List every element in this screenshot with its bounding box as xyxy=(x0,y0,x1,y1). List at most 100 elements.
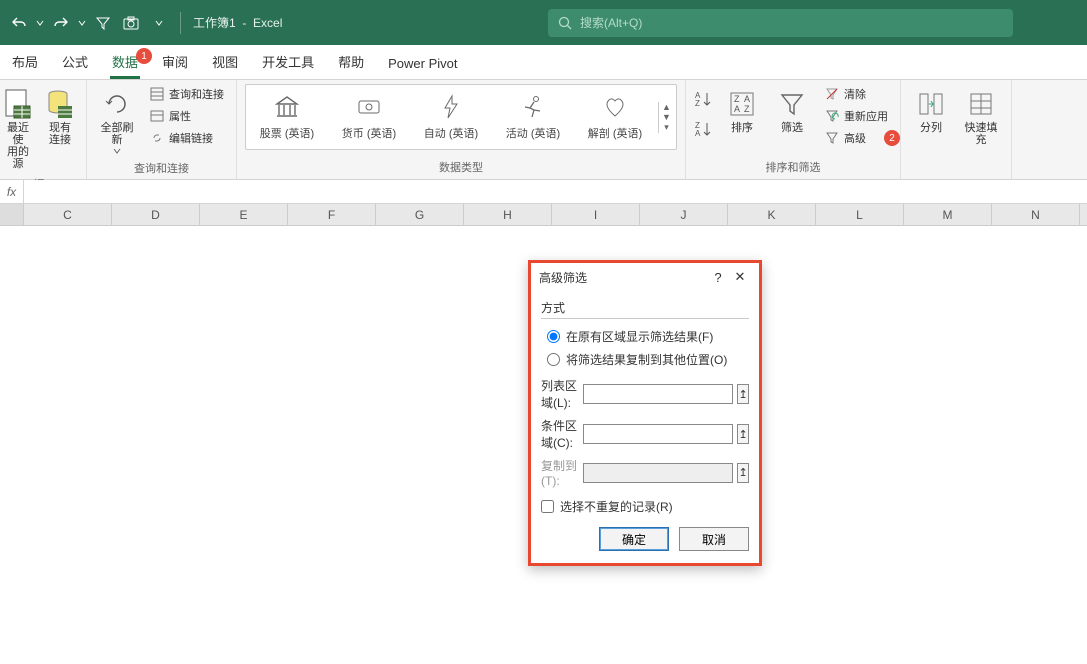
app-name: Excel xyxy=(253,16,282,30)
recent-sources-button[interactable]: 最近使用的源 xyxy=(0,84,36,174)
search-container xyxy=(548,9,1013,37)
sort-asc-button[interactable]: AZ xyxy=(694,88,712,110)
col-header[interactable]: F xyxy=(288,204,376,225)
flash-fill-button[interactable]: 快速填充 xyxy=(959,84,1003,150)
advanced-filter-dialog: 高级筛选 ? ✕ 方式 在原有区域显示筛选结果(F) 将筛选结果复制到其他位置(… xyxy=(528,260,762,566)
undo-dropdown[interactable] xyxy=(34,11,46,35)
tab-help[interactable]: 帮助 xyxy=(326,44,376,79)
search-box[interactable] xyxy=(548,9,1013,37)
reapply-button[interactable]: 重新应用 xyxy=(820,106,892,126)
tab-review[interactable]: 审阅 xyxy=(150,44,200,79)
text-to-columns-button[interactable]: 分列 xyxy=(909,84,953,138)
cancel-button[interactable]: 取消 xyxy=(679,527,749,551)
tab-formulas[interactable]: 公式 xyxy=(50,44,100,79)
refresh-all-button[interactable]: 全部刷新 xyxy=(95,84,139,158)
edit-links-button[interactable]: 编辑链接 xyxy=(145,128,228,148)
select-all-corner[interactable] xyxy=(0,204,24,225)
col-header[interactable]: K xyxy=(728,204,816,225)
document-title: 工作簿1 - Excel xyxy=(193,14,282,31)
flashfill-icon xyxy=(965,88,997,120)
ribbon-group-datatools: 分列 快速填充 xyxy=(901,80,1012,179)
criteria-range-label: 条件区域(C): xyxy=(541,417,579,451)
svg-text:Z: Z xyxy=(744,104,750,114)
copy-to-input xyxy=(583,463,733,483)
properties-button[interactable]: 属性 xyxy=(145,106,228,126)
radio-filter-in-place[interactable]: 在原有区域显示筛选结果(F) xyxy=(541,325,749,348)
datatype-activity[interactable]: 活动 (英语) xyxy=(494,87,572,147)
tab-layout[interactable]: 布局 xyxy=(0,44,50,79)
redo-dropdown[interactable] xyxy=(76,11,88,35)
list-range-input[interactable] xyxy=(583,384,733,404)
queries-connections-button[interactable]: 查询和连接 xyxy=(145,84,228,104)
search-icon xyxy=(558,16,572,30)
radio-copy-input[interactable] xyxy=(547,353,560,366)
fx-label[interactable]: fx xyxy=(0,180,24,203)
gallery-more[interactable]: ▾ xyxy=(659,122,674,133)
money-icon xyxy=(355,93,383,121)
datatype-gallery: 股票 (英语) 货币 (英语) 自动 (英语) 活动 (英语) 解剖 (英语) xyxy=(245,84,677,150)
existing-connections-button[interactable]: 现有连接 xyxy=(42,84,78,150)
close-button[interactable]: ✕ xyxy=(729,269,751,285)
ribbon-tabs: 布局 公式 数据 1 审阅 视图 开发工具 帮助 Power Pivot xyxy=(0,45,1087,80)
heart-icon xyxy=(601,93,629,121)
tab-devtools[interactable]: 开发工具 xyxy=(250,44,326,79)
sort-button[interactable]: ZAAZ 排序 xyxy=(720,84,764,138)
collapse-list-button[interactable]: ↥ xyxy=(737,384,749,404)
datatype-anatomy[interactable]: 解剖 (英语) xyxy=(576,87,654,147)
radio-copy-to[interactable]: 将筛选结果复制到其他位置(O) xyxy=(541,348,749,371)
redo-button[interactable] xyxy=(48,11,74,35)
collapse-criteria-button[interactable]: ↥ xyxy=(737,424,749,444)
running-icon xyxy=(519,93,547,121)
col-header[interactable]: D xyxy=(112,204,200,225)
col-header[interactable]: L xyxy=(816,204,904,225)
advanced-filter-button[interactable]: 高级 2 xyxy=(820,128,892,148)
col-header[interactable]: N xyxy=(992,204,1080,225)
group-label-tools xyxy=(954,161,957,179)
collapse-copyto-button[interactable]: ↥ xyxy=(737,463,749,483)
col-header[interactable]: C xyxy=(24,204,112,225)
unique-checkbox[interactable] xyxy=(541,500,554,513)
formula-input[interactable] xyxy=(24,180,1087,203)
dialog-titlebar[interactable]: 高级筛选 ? ✕ xyxy=(531,263,759,291)
workbook-name: 工作簿1 xyxy=(193,16,236,30)
criteria-range-input[interactable] xyxy=(583,424,733,444)
col-header[interactable]: H xyxy=(464,204,552,225)
undo-button[interactable] xyxy=(6,11,32,35)
tab-powerpivot[interactable]: Power Pivot xyxy=(376,48,469,79)
datatype-stocks[interactable]: 股票 (英语) xyxy=(248,87,326,147)
tab-data[interactable]: 数据 1 xyxy=(100,44,150,79)
badge-2: 2 xyxy=(884,130,900,146)
sort-desc-button[interactable]: ZA xyxy=(694,118,712,140)
col-header[interactable]: M xyxy=(904,204,992,225)
search-input[interactable] xyxy=(580,16,1003,30)
clear-filter-button[interactable]: 清除 xyxy=(820,84,892,104)
col-header[interactable]: E xyxy=(200,204,288,225)
title-bar: 工作簿1 - Excel xyxy=(0,0,1087,45)
filter-button[interactable]: 筛选 xyxy=(770,84,814,138)
list-icon xyxy=(149,86,165,102)
radio-in-place-input[interactable] xyxy=(547,330,560,343)
camera-icon[interactable] xyxy=(118,11,144,35)
split-icon xyxy=(915,88,947,120)
refresh-icon xyxy=(101,88,133,120)
tab-view[interactable]: 视图 xyxy=(200,44,250,79)
unique-records-row[interactable]: 选择不重复的记录(R) xyxy=(541,498,749,515)
quick-access-toolbar xyxy=(6,11,187,35)
group-label-datatypes: 数据类型 xyxy=(439,157,483,179)
db-icon xyxy=(44,88,76,120)
datatype-auto[interactable]: 自动 (英语) xyxy=(412,87,490,147)
filter-icon[interactable] xyxy=(90,11,116,35)
ok-button[interactable]: 确定 xyxy=(599,527,669,551)
gallery-down[interactable]: ▼ xyxy=(659,112,674,122)
gallery-up[interactable]: ▲ xyxy=(659,102,674,112)
svg-text:A: A xyxy=(734,104,740,114)
help-button[interactable]: ? xyxy=(707,270,729,285)
svg-text:A: A xyxy=(695,129,701,138)
col-header[interactable]: I xyxy=(552,204,640,225)
col-header[interactable]: J xyxy=(640,204,728,225)
bolt-icon xyxy=(437,93,465,121)
qat-more-dropdown[interactable] xyxy=(146,11,172,35)
datatype-currency[interactable]: 货币 (英语) xyxy=(330,87,408,147)
col-header[interactable]: G xyxy=(376,204,464,225)
sort-icon: ZAAZ xyxy=(726,88,758,120)
